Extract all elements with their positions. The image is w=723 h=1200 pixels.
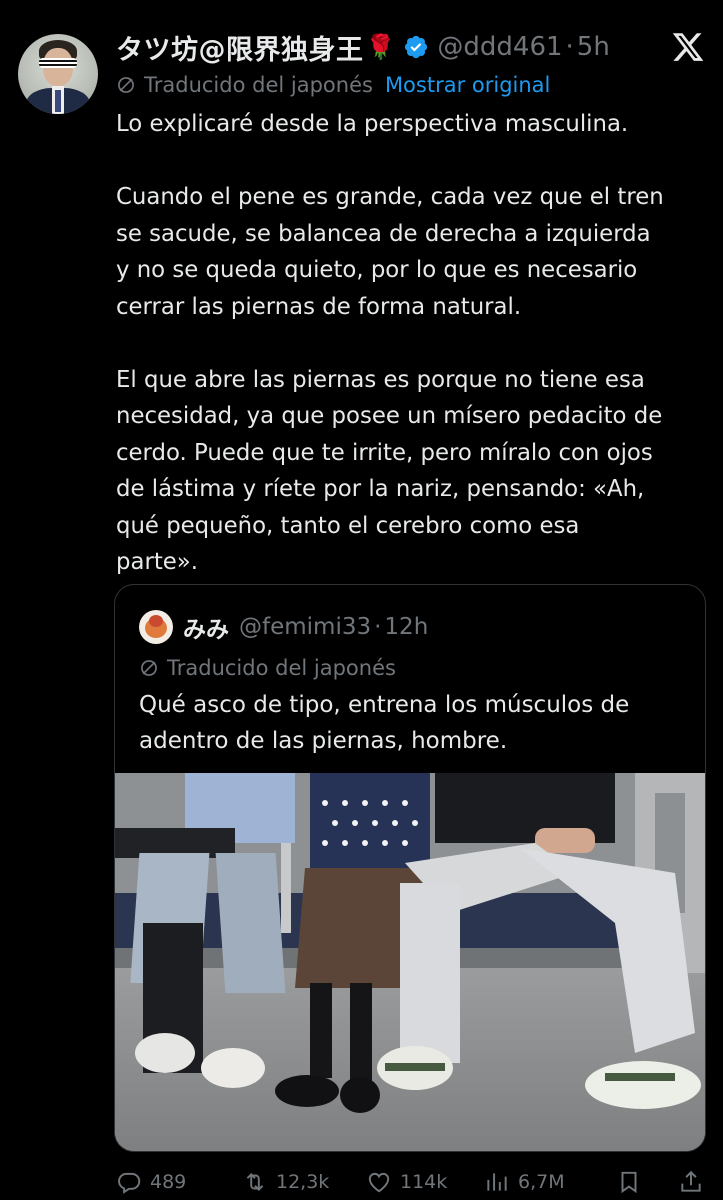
bookmark-icon (621, 1171, 637, 1194)
translated-label: Traducido del japonés (144, 73, 373, 97)
like-icon (368, 1172, 390, 1193)
tweet-body: Lo explicaré desde la perspectiva mascul… (116, 106, 706, 581)
separator-dot: · (374, 614, 382, 640)
views-icon (487, 1173, 507, 1191)
quote-body: Qué asco de tipo, entrena los músculos d… (139, 687, 699, 759)
like-count: 114k (400, 1171, 448, 1193)
quote-time[interactable]: 12h (384, 614, 428, 640)
author-avatar[interactable] (18, 34, 98, 114)
reply-button[interactable]: 489 (116, 1169, 186, 1195)
share-button[interactable] (678, 1169, 704, 1195)
quote-header: みみ @femimi33 · 12h (139, 609, 428, 645)
reply-icon (118, 1172, 141, 1194)
action-bar: 489 12,3k 114k 6,7M (116, 1164, 708, 1200)
quote-avatar[interactable] (139, 610, 173, 644)
quoted-tweet[interactable]: みみ @femimi33 · 12h Traducido del japonés… (114, 584, 706, 1152)
translation-row: Traducido del japonés Mostrar original (116, 70, 550, 100)
quote-photo[interactable] (115, 773, 705, 1151)
retweet-count: 12,3k (276, 1171, 330, 1193)
tweet-line: cerdo. Puede que te irrite, pero míralo … (116, 439, 653, 466)
views-count: 6,7M (518, 1171, 565, 1193)
share-icon (681, 1170, 701, 1192)
reply-count: 489 (150, 1171, 187, 1193)
tweet-line: se sacude, se balancea de derecha a izqu… (116, 220, 651, 247)
quote-author-name[interactable]: みみ (183, 610, 229, 644)
tweet-line: qué pequeño, tanto el cerebro como esa (116, 512, 580, 539)
views-button[interactable]: 6,7M (484, 1169, 565, 1195)
author-name[interactable]: タツ坊@限界独身王 (116, 28, 364, 67)
tweet-header: タツ坊@限界独身王 🌹 @ddd461 · 5h (116, 28, 610, 66)
like-button[interactable]: 114k (366, 1169, 447, 1195)
tweet-line: parte». (116, 549, 198, 575)
translate-slash-icon (118, 77, 134, 93)
tweet-line: El que abre las piernas es porque no tie… (116, 366, 645, 393)
tweet-line: de lástima y ríete por la nariz, pensand… (116, 476, 645, 502)
quote-translated-label: Traducido del japonés (167, 656, 396, 680)
author-name-emoji: 🌹 (365, 33, 396, 61)
show-original-link[interactable]: Mostrar original (385, 73, 550, 97)
author-handle[interactable]: @ddd461 (437, 32, 562, 62)
retweet-button[interactable]: 12,3k (242, 1169, 329, 1195)
bookmark-button[interactable] (616, 1169, 642, 1195)
quote-line: Qué asco de tipo, entrena los músculos d… (139, 692, 630, 718)
tweet-time[interactable]: 5h (577, 32, 610, 62)
translate-slash-icon (141, 660, 157, 676)
quote-author-handle[interactable]: @femimi33 (239, 614, 371, 640)
tweet-line: cerrar las piernas de forma natural. (116, 293, 522, 320)
quote-line: adentro de las piernas, hombre. (139, 728, 508, 754)
tweet-line: necesidad, ya que posee un mísero pedaci… (116, 403, 663, 429)
tweet-line: Lo explicaré desde la perspectiva mascul… (116, 111, 629, 137)
separator-dot: · (565, 32, 574, 62)
tweet-line: y no se queda quieto, por lo que es nece… (116, 257, 638, 283)
verified-badge-icon (405, 35, 428, 59)
retweet-icon (246, 1173, 264, 1191)
tweet-line: Cuando el pene es grande, cada vez que e… (116, 184, 664, 210)
quote-translation-row: Traducido del japonés (139, 653, 396, 683)
x-logo-icon[interactable] (671, 30, 705, 64)
